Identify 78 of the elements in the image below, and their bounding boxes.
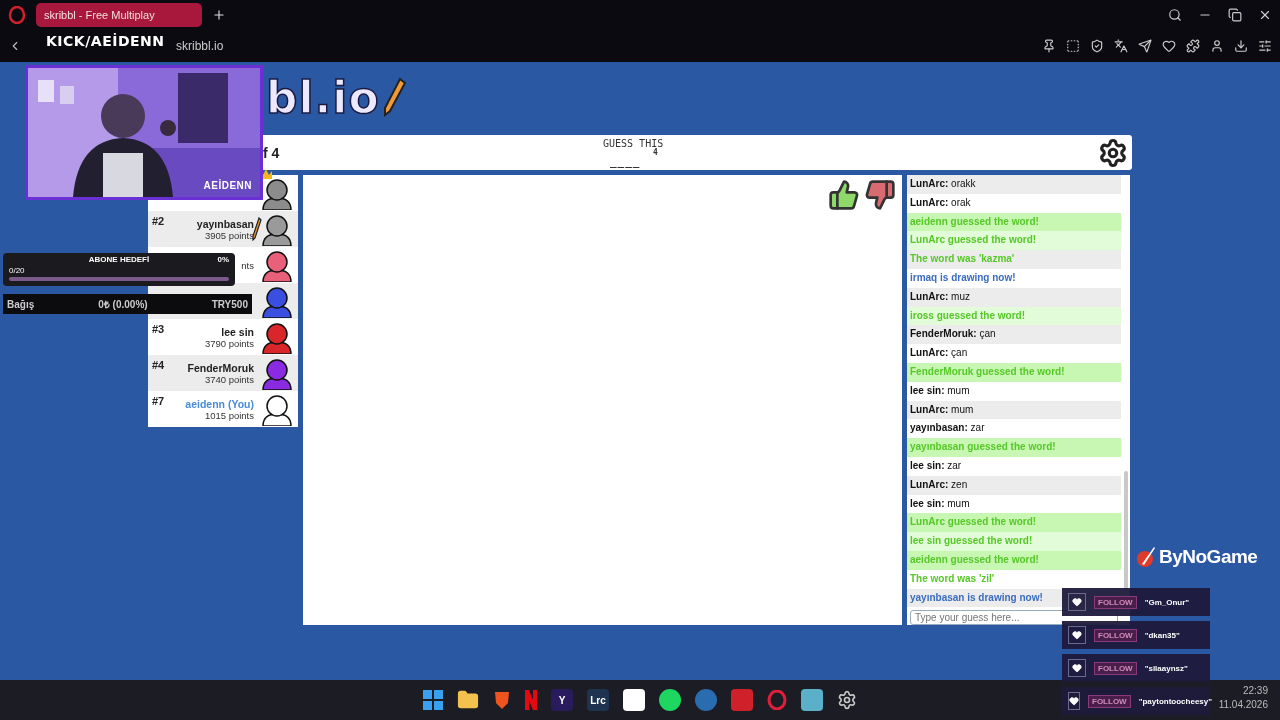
webcam-name: AEİDENN — [203, 180, 252, 191]
browser-tab[interactable]: skribbl - Free Multiplay — [36, 3, 202, 27]
pencil-icon — [381, 77, 406, 117]
player-rank: #2 — [152, 215, 166, 227]
scrollbar-thumb[interactable] — [1124, 471, 1128, 591]
player-name: yayınbasan — [196, 217, 254, 230]
thumbs-down-icon[interactable] — [864, 179, 896, 211]
goal-title: ABONE HEDEFİ — [87, 255, 151, 266]
follower-name: "silaaynsz" — [1144, 663, 1188, 673]
sponsor-name: ByNoGame — [1159, 546, 1258, 568]
app-icon[interactable] — [801, 689, 823, 711]
chat-message: FenderMoruk: çan — [907, 325, 1121, 345]
player-points: 3790 points — [204, 337, 254, 349]
player-name: FenderMoruk — [187, 361, 254, 374]
chat-message: LunArc: orakk — [907, 175, 1121, 194]
stripe-icon[interactable] — [525, 690, 537, 710]
restore-icon[interactable] — [1228, 8, 1242, 22]
app-icon[interactable] — [659, 689, 681, 711]
translate-icon[interactable] — [1114, 39, 1128, 53]
profile-icon[interactable] — [1210, 39, 1224, 53]
app-icon[interactable] — [623, 689, 645, 711]
word-pattern: ____ — [610, 156, 641, 167]
player-rank: #7 — [152, 395, 166, 407]
donation-label: Bağış — [7, 298, 35, 310]
settings-icon[interactable] — [1258, 39, 1272, 53]
heart-icon[interactable] — [1162, 39, 1176, 53]
hint-label: GUESS THIS — [603, 138, 664, 149]
chat-message: LunArc guessed the word! — [907, 231, 1121, 251]
follower-name: "Gm_Onur" — [1144, 597, 1190, 607]
follow-label: FOLLOW — [1094, 628, 1137, 642]
player-name: lee sin — [221, 325, 254, 338]
player-rank: #4 — [152, 359, 166, 371]
settings-icon[interactable] — [1098, 137, 1128, 168]
snapshot-icon[interactable] — [1066, 39, 1080, 53]
app-icon[interactable]: Y — [551, 689, 573, 711]
folder-icon[interactable] — [457, 689, 479, 711]
windows-icon[interactable] — [423, 690, 443, 710]
close-icon[interactable] — [1258, 8, 1272, 22]
shield-icon[interactable] — [493, 690, 511, 710]
extensions-icon[interactable] — [1186, 39, 1200, 53]
follow-label: FOLLOW — [1094, 661, 1137, 675]
word-length: 4 — [653, 148, 658, 157]
player-points: 3740 points — [204, 373, 254, 385]
clock-date: 11.04.2026 — [1218, 699, 1268, 710]
channel-title: KICK/AEİDENN — [46, 33, 165, 49]
player-rank: #3 — [152, 323, 166, 335]
app-icon[interactable]: Lrc — [587, 689, 609, 711]
new-tab-icon[interactable] — [212, 8, 226, 22]
chat-message: LunArc guessed the word! — [907, 513, 1121, 533]
player-name: aeidenn (You) — [185, 397, 254, 410]
follower-name: "paytontoocheesy" — [1138, 696, 1213, 706]
game-logo: bl.io — [266, 71, 380, 123]
browser-logo-icon[interactable] — [8, 6, 26, 24]
follower-name: "dkan35" — [1144, 630, 1180, 640]
player-points: 1015 points — [204, 409, 254, 421]
pin-icon[interactable] — [1042, 39, 1056, 53]
ring-icon[interactable] — [767, 690, 787, 710]
donation-amount: 0₺ (0.00%) — [98, 298, 148, 311]
follow-label: FOLLOW — [1094, 595, 1137, 609]
chat-message: lee sin guessed the word! — [907, 532, 1121, 551]
follow-label: FOLLOW — [1088, 694, 1131, 708]
clock-time: 22:39 — [1242, 685, 1268, 696]
sponsor-logo-icon — [1136, 546, 1156, 568]
send-icon[interactable] — [1138, 39, 1152, 53]
goal-percent: 0% — [216, 255, 229, 266]
settings-icon[interactable] — [837, 690, 857, 710]
player-points: nts — [241, 259, 254, 271]
goal-count: 0/20 — [9, 266, 26, 277]
address-text[interactable]: skribbl.io — [176, 39, 224, 53]
download-icon[interactable] — [1234, 39, 1248, 53]
chat-message: yayınbasan guessed the word! — [907, 438, 1121, 457]
chat-message: The word was 'kazma' — [907, 250, 1121, 269]
thumbs-up-icon[interactable] — [828, 179, 860, 211]
shield-icon[interactable] — [1090, 39, 1104, 53]
donation-target: TRY500 — [211, 298, 248, 310]
player-points: 3905 points — [204, 229, 254, 241]
round-text: f 4 — [263, 144, 281, 161]
search-icon[interactable] — [1168, 8, 1182, 22]
